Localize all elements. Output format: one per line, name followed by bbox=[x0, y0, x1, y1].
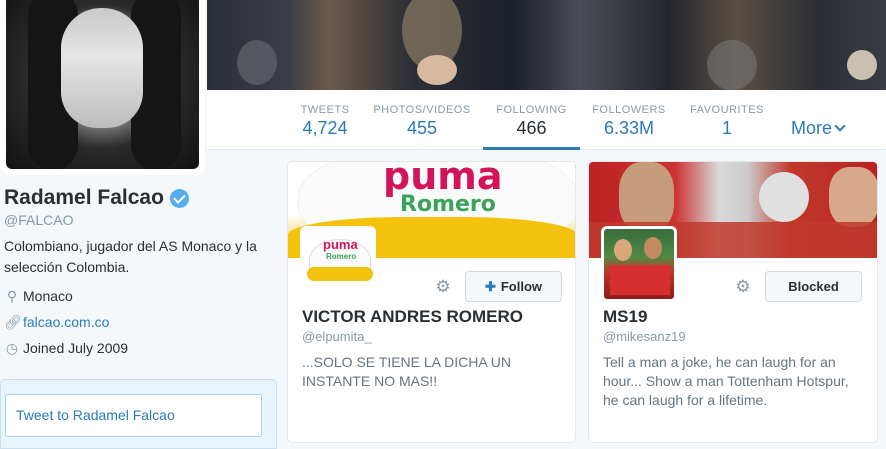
chevron-down-icon bbox=[834, 120, 846, 132]
nav-favourites-label: FAVOURITES bbox=[690, 104, 764, 116]
header-photo bbox=[207, 0, 886, 90]
nav-tweets-count: 4,724 bbox=[302, 118, 348, 138]
nav-followers-count: 6.33M bbox=[603, 118, 655, 138]
follow-button[interactable]: ✚ Follow bbox=[465, 271, 562, 302]
more-menu-button[interactable]: More bbox=[791, 118, 846, 139]
verified-badge-icon bbox=[169, 188, 189, 208]
joined-text: Joined July 2009 bbox=[23, 340, 129, 356]
calendar-icon: ◷ bbox=[5, 339, 19, 356]
profile-handle[interactable]: @FALCAO bbox=[4, 212, 284, 228]
card-name[interactable]: VICTOR ANDRES ROMERO bbox=[302, 307, 523, 327]
user-card[interactable]: ⚙ Blocked MS19 @mikesanz19 Tell a man a … bbox=[588, 161, 878, 443]
profile-bio: Colombiano, jugador del AS Monaco y la s… bbox=[4, 238, 257, 275]
user-card[interactable]: puma Romero puma Romero ⚙ ✚ Follow VICTO… bbox=[287, 161, 576, 443]
card-name[interactable]: MS19 bbox=[603, 307, 647, 327]
nav-following-label: FOLLOWING bbox=[496, 104, 567, 116]
profile-website: 🔗︎ falcao.com.co bbox=[4, 312, 284, 332]
add-user-icon: ✚ bbox=[484, 278, 496, 294]
nav-tweets-label: TWEETS bbox=[300, 104, 350, 116]
nav-following[interactable]: FOLLOWING 466 bbox=[483, 90, 580, 150]
nav-favourites-count: 1 bbox=[721, 118, 732, 138]
profile-joined: ◷ Joined July 2009 bbox=[4, 338, 284, 358]
nav-followers-label: FOLLOWERS bbox=[592, 104, 666, 116]
gear-icon[interactable]: ⚙ bbox=[434, 278, 452, 296]
card-avatar[interactable]: puma Romero bbox=[300, 226, 376, 302]
website-link[interactable]: falcao.com.co bbox=[23, 314, 109, 330]
card-handle[interactable]: @mikesanz19 bbox=[603, 329, 686, 344]
more-label: More bbox=[791, 118, 833, 138]
gear-icon[interactable]: ⚙ bbox=[734, 278, 752, 296]
nav-followers[interactable]: FOLLOWERS 6.33M bbox=[587, 90, 671, 150]
profile-name-row: Radamel Falcao bbox=[4, 186, 284, 210]
map-pin-icon: ⚲ bbox=[6, 287, 18, 304]
nav-photos-videos-count: 455 bbox=[406, 118, 438, 138]
card-avatar[interactable] bbox=[601, 226, 677, 302]
profile-avatar[interactable] bbox=[0, 0, 205, 175]
location-text: Monaco bbox=[23, 288, 73, 304]
nav-tweets[interactable]: TWEETS 4,724 bbox=[287, 90, 363, 150]
profile-nav: TWEETS 4,724 PHOTOS/VIDEOS 455 FOLLOWING… bbox=[207, 90, 886, 150]
card-bio: ...SOLO SE TIENE LA DICHA UN INSTANTE NO… bbox=[302, 354, 512, 389]
blocked-button-label: Blocked bbox=[788, 279, 839, 294]
nav-following-count: 466 bbox=[516, 118, 547, 138]
blocked-button[interactable]: Blocked bbox=[765, 271, 862, 302]
profile-name[interactable]: Radamel Falcao bbox=[4, 186, 164, 210]
avatar-brand-text: puma bbox=[323, 237, 358, 252]
nav-photos-videos[interactable]: PHOTOS/VIDEOS 455 bbox=[372, 90, 472, 150]
follow-button-label: Follow bbox=[500, 279, 543, 294]
card-bio: Tell a man a joke, he can laugh for an h… bbox=[603, 354, 849, 408]
tweet-to-input[interactable]: Tweet to Radamel Falcao bbox=[5, 394, 262, 437]
nav-favourites[interactable]: FAVOURITES 1 bbox=[685, 90, 769, 150]
link-icon: 🔗︎ bbox=[4, 313, 22, 330]
profile-card: Radamel Falcao @FALCAO Colombiano, jugad… bbox=[4, 186, 284, 358]
nav-photos-videos-label: PHOTOS/VIDEOS bbox=[373, 104, 471, 116]
banner-name-text: Romero bbox=[400, 192, 496, 217]
tweet-to-box: Tweet to Radamel Falcao bbox=[0, 379, 277, 449]
card-handle[interactable]: @elpumita_ bbox=[302, 329, 372, 344]
avatar-name-text: Romero bbox=[326, 252, 357, 261]
profile-location: ⚲ Monaco bbox=[4, 286, 284, 306]
